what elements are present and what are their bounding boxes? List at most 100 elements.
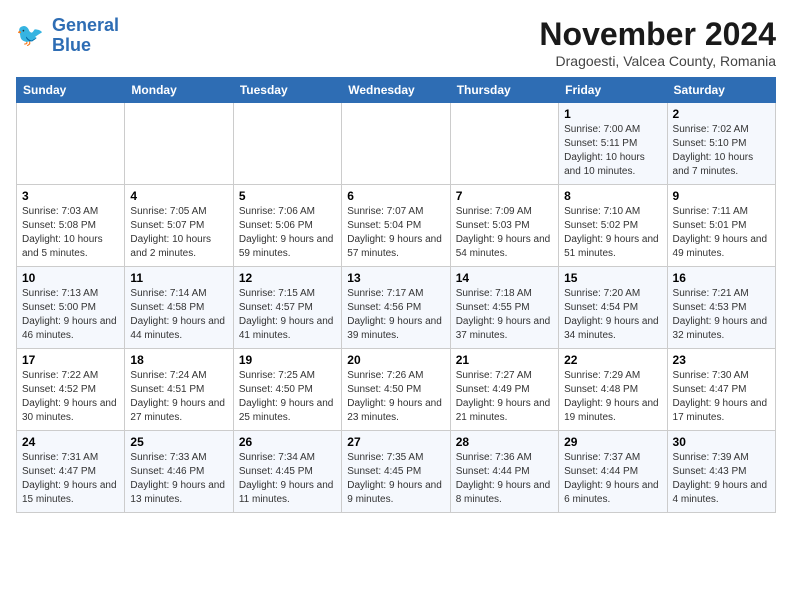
day-info: Sunrise: 7:29 AM Sunset: 4:48 PM Dayligh… (564, 369, 661, 425)
calendar-cell: 7 Sunrise: 7:09 AM Sunset: 5:03 PM Daylig… (450, 185, 558, 267)
calendar-cell: 1 Sunrise: 7:00 AM Sunset: 5:11 PM Daylig… (559, 103, 667, 185)
day-info: Sunrise: 7:10 AM Sunset: 5:02 PM Dayligh… (564, 205, 661, 261)
logo-icon: 🐦 (16, 20, 48, 52)
day-number: 30 (673, 435, 770, 449)
calendar-cell: 23Sunrise: 7:30 AM Sunset: 4:47 PM Dayli… (667, 349, 775, 431)
calendar-cell: 22 Sunrise: 7:29 AM Sunset: 4:48 PM Dayli… (559, 349, 667, 431)
logo-line2: Blue (52, 35, 91, 55)
day-info: Sunrise: 7:25 AM Sunset: 4:50 PM Dayligh… (239, 369, 336, 425)
day-number: 9 (673, 189, 770, 203)
calendar-cell (233, 103, 341, 185)
calendar-cell: 6 Sunrise: 7:07 AM Sunset: 5:04 PM Daylig… (342, 185, 450, 267)
day-info: Sunrise: 7:27 AM Sunset: 4:49 PM Dayligh… (456, 369, 553, 425)
calendar-cell: 21 Sunrise: 7:27 AM Sunset: 4:49 PM Dayli… (450, 349, 558, 431)
day-number: 11 (130, 271, 227, 285)
day-number: 7 (456, 189, 553, 203)
calendar-cell: 29 Sunrise: 7:37 AM Sunset: 4:44 PM Dayli… (559, 431, 667, 513)
calendar-cell: 15Sunrise: 7:20 AM Sunset: 4:54 PM Dayli… (559, 267, 667, 349)
title-area: November 2024 Dragoesti, Valcea County, … (539, 16, 776, 69)
calendar-cell: 17Sunrise: 7:22 AM Sunset: 4:52 PM Dayli… (17, 349, 125, 431)
calendar-week-row: 17Sunrise: 7:22 AM Sunset: 4:52 PM Dayli… (17, 349, 776, 431)
day-info: Sunrise: 7:18 AM Sunset: 4:55 PM Dayligh… (456, 287, 553, 343)
day-number: 25 (130, 435, 227, 449)
calendar-cell: 11 Sunrise: 7:14 AM Sunset: 4:58 PM Dayli… (125, 267, 233, 349)
calendar-week-row: 10Sunrise: 7:13 AM Sunset: 5:00 PM Dayli… (17, 267, 776, 349)
calendar-cell: 13Sunrise: 7:17 AM Sunset: 4:56 PM Dayli… (342, 267, 450, 349)
calendar-cell (125, 103, 233, 185)
day-info: Sunrise: 7:39 AM Sunset: 4:43 PM Dayligh… (673, 451, 770, 507)
day-number: 12 (239, 271, 336, 285)
weekday-header: Wednesday (342, 78, 450, 103)
day-number: 13 (347, 271, 444, 285)
day-number: 4 (130, 189, 227, 203)
calendar-cell: 24 Sunrise: 7:31 AM Sunset: 4:47 PM Dayli… (17, 431, 125, 513)
calendar-title: November 2024 (539, 16, 776, 53)
day-info: Sunrise: 7:05 AM Sunset: 5:07 PM Dayligh… (130, 205, 227, 261)
svg-text:🐦: 🐦 (16, 22, 44, 47)
calendar-cell: 9 Sunrise: 7:11 AM Sunset: 5:01 PM Daylig… (667, 185, 775, 267)
day-number: 18 (130, 353, 227, 367)
calendar-cell: 25 Sunrise: 7:33 AM Sunset: 4:46 PM Dayli… (125, 431, 233, 513)
day-info: Sunrise: 7:24 AM Sunset: 4:51 PM Dayligh… (130, 369, 227, 425)
day-info: Sunrise: 7:02 AM Sunset: 5:10 PM Dayligh… (673, 123, 770, 179)
calendar-cell: 16 Sunrise: 7:21 AM Sunset: 4:53 PM Dayli… (667, 267, 775, 349)
calendar-cell: 4 Sunrise: 7:05 AM Sunset: 5:07 PM Daylig… (125, 185, 233, 267)
day-number: 29 (564, 435, 661, 449)
calendar-cell (342, 103, 450, 185)
day-info: Sunrise: 7:33 AM Sunset: 4:46 PM Dayligh… (130, 451, 227, 507)
weekday-header-row: SundayMondayTuesdayWednesdayThursdayFrid… (17, 78, 776, 103)
day-number: 27 (347, 435, 444, 449)
calendar-cell: 3Sunrise: 7:03 AM Sunset: 5:08 PM Daylig… (17, 185, 125, 267)
calendar-cell: 10Sunrise: 7:13 AM Sunset: 5:00 PM Dayli… (17, 267, 125, 349)
day-info: Sunrise: 7:21 AM Sunset: 4:53 PM Dayligh… (673, 287, 770, 343)
calendar-cell: 18 Sunrise: 7:24 AM Sunset: 4:51 PM Dayli… (125, 349, 233, 431)
calendar-cell: 8 Sunrise: 7:10 AM Sunset: 5:02 PM Daylig… (559, 185, 667, 267)
calendar-table: SundayMondayTuesdayWednesdayThursdayFrid… (16, 77, 776, 513)
day-info: Sunrise: 7:03 AM Sunset: 5:08 PM Dayligh… (22, 205, 119, 261)
calendar-cell: 27Sunrise: 7:35 AM Sunset: 4:45 PM Dayli… (342, 431, 450, 513)
day-number: 15 (564, 271, 661, 285)
day-number: 5 (239, 189, 336, 203)
day-number: 2 (673, 107, 770, 121)
day-info: Sunrise: 7:14 AM Sunset: 4:58 PM Dayligh… (130, 287, 227, 343)
calendar-cell: 19Sunrise: 7:25 AM Sunset: 4:50 PM Dayli… (233, 349, 341, 431)
logo-text: General Blue (52, 16, 119, 56)
day-number: 1 (564, 107, 661, 121)
calendar-cell (450, 103, 558, 185)
calendar-week-row: 1 Sunrise: 7:00 AM Sunset: 5:11 PM Daylig… (17, 103, 776, 185)
calendar-cell: 28Sunrise: 7:36 AM Sunset: 4:44 PM Dayli… (450, 431, 558, 513)
day-info: Sunrise: 7:37 AM Sunset: 4:44 PM Dayligh… (564, 451, 661, 507)
weekday-header: Thursday (450, 78, 558, 103)
day-info: Sunrise: 7:15 AM Sunset: 4:57 PM Dayligh… (239, 287, 336, 343)
weekday-header: Friday (559, 78, 667, 103)
day-number: 10 (22, 271, 119, 285)
day-info: Sunrise: 7:31 AM Sunset: 4:47 PM Dayligh… (22, 451, 119, 507)
calendar-week-row: 24 Sunrise: 7:31 AM Sunset: 4:47 PM Dayli… (17, 431, 776, 513)
day-number: 22 (564, 353, 661, 367)
day-info: Sunrise: 7:07 AM Sunset: 5:04 PM Dayligh… (347, 205, 444, 261)
day-info: Sunrise: 7:09 AM Sunset: 5:03 PM Dayligh… (456, 205, 553, 261)
day-info: Sunrise: 7:22 AM Sunset: 4:52 PM Dayligh… (22, 369, 119, 425)
calendar-cell (17, 103, 125, 185)
calendar-cell: 12 Sunrise: 7:15 AM Sunset: 4:57 PM Dayli… (233, 267, 341, 349)
day-info: Sunrise: 7:26 AM Sunset: 4:50 PM Dayligh… (347, 369, 444, 425)
weekday-header: Tuesday (233, 78, 341, 103)
day-number: 23 (673, 353, 770, 367)
calendar-cell: 30 Sunrise: 7:39 AM Sunset: 4:43 PM Dayli… (667, 431, 775, 513)
logo: 🐦 General Blue (16, 16, 119, 56)
day-number: 14 (456, 271, 553, 285)
day-number: 16 (673, 271, 770, 285)
day-number: 28 (456, 435, 553, 449)
day-number: 8 (564, 189, 661, 203)
calendar-cell: 20 Sunrise: 7:26 AM Sunset: 4:50 PM Dayli… (342, 349, 450, 431)
day-number: 20 (347, 353, 444, 367)
calendar-cell: 5Sunrise: 7:06 AM Sunset: 5:06 PM Daylig… (233, 185, 341, 267)
calendar-cell: 2 Sunrise: 7:02 AM Sunset: 5:10 PM Daylig… (667, 103, 775, 185)
day-number: 6 (347, 189, 444, 203)
day-number: 24 (22, 435, 119, 449)
day-number: 21 (456, 353, 553, 367)
day-info: Sunrise: 7:11 AM Sunset: 5:01 PM Dayligh… (673, 205, 770, 261)
day-info: Sunrise: 7:00 AM Sunset: 5:11 PM Dayligh… (564, 123, 661, 179)
day-number: 26 (239, 435, 336, 449)
day-info: Sunrise: 7:34 AM Sunset: 4:45 PM Dayligh… (239, 451, 336, 507)
